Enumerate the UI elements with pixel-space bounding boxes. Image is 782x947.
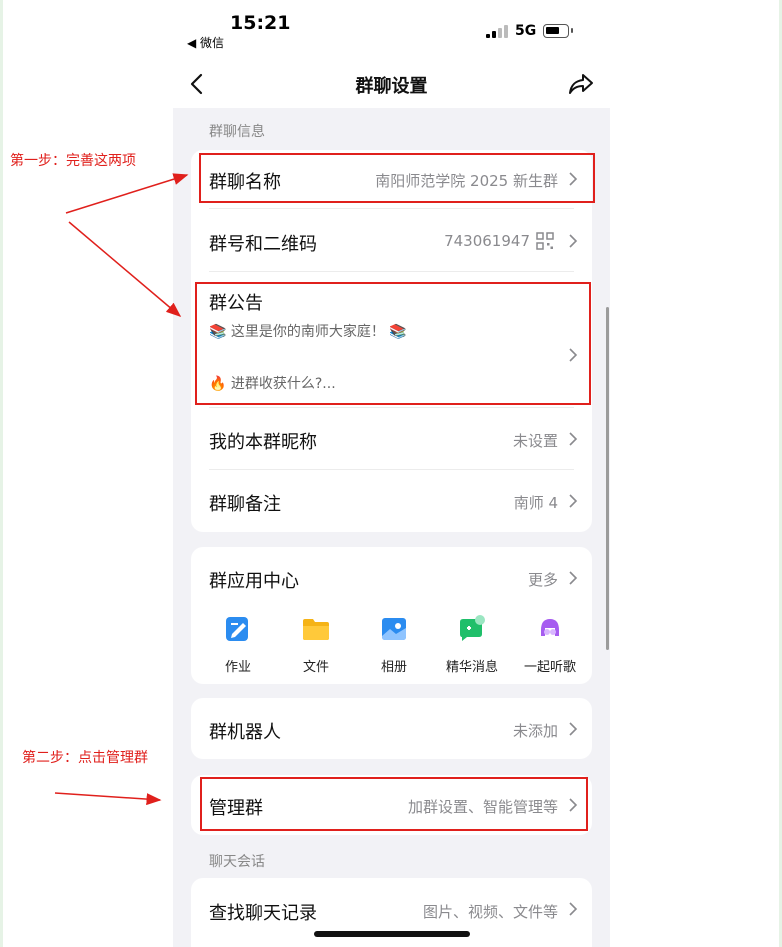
row-group-note[interactable]: 群聊备注 南师 4	[191, 469, 592, 532]
search-history-label: 查找聊天记录	[209, 903, 317, 924]
search-history-value: 图片、视频、文件等	[422, 903, 558, 921]
row-group-name[interactable]: 群聊名称 南阳师范学院 2025 新生群	[191, 150, 592, 208]
announcement-line-2: 🔥 进群收获什么?...	[209, 376, 336, 392]
arrow-to-group-name	[65, 173, 189, 214]
nav-bar: 群聊设置	[173, 56, 610, 108]
back-to-wechat-link[interactable]: ◀ 微信	[187, 34, 224, 51]
bot-value: 未添加	[512, 722, 558, 740]
qr-code-icon	[536, 232, 554, 250]
page-title: 群聊设置	[355, 76, 428, 97]
album-icon	[382, 618, 406, 640]
share-icon[interactable]	[568, 72, 594, 96]
scrollbar[interactable]	[606, 307, 609, 650]
row-my-nickname[interactable]: 我的本群昵称 未设置	[191, 407, 592, 469]
bot-card: 群机器人 未添加	[191, 698, 592, 759]
row-bot[interactable]: 群机器人 未添加	[191, 698, 592, 759]
status-bar: 15:21 ◀ 微信 5G	[173, 0, 610, 56]
app-featured-messages[interactable]: 精华消息	[437, 614, 507, 675]
folder-icon	[303, 619, 329, 640]
group-info-card: 群聊名称 南阳师范学院 2025 新生群 群号和二维码 743061947 群公…	[191, 150, 592, 532]
chevron-right-icon	[569, 722, 578, 736]
chevron-right-icon	[569, 798, 578, 812]
network-type: 5G	[515, 23, 537, 39]
chevron-right-icon	[569, 494, 578, 508]
home-indicator[interactable]	[314, 931, 470, 937]
app-listen-together[interactable]: 一起听歌	[515, 614, 585, 675]
group-name-value: 南阳师范学院 2025 新生群	[375, 172, 558, 190]
bot-label: 群机器人	[209, 722, 281, 743]
app-files[interactable]: 文件	[281, 614, 351, 675]
chevron-right-icon	[569, 234, 578, 248]
arrow-to-manage-group	[54, 792, 162, 806]
app-album[interactable]: 相册	[359, 614, 429, 675]
arrow-to-announcement	[68, 221, 182, 317]
signal-icon	[486, 25, 508, 38]
homework-icon	[226, 617, 248, 641]
group-number-value: 743061947	[444, 232, 530, 250]
featured-message-icon	[460, 615, 485, 641]
row-app-center[interactable]: 群应用中心 更多	[191, 547, 592, 607]
group-number-label: 群号和二维码	[209, 234, 317, 255]
annotation-step-1: 第一步：完善这两项	[10, 153, 136, 169]
row-announcement[interactable]: 群公告 📚 这里是你的南师大家庭！ 📚 🔥 进群收获什么?...	[191, 271, 592, 407]
app-listen-label: 一起听歌	[523, 660, 576, 675]
app-album-label: 相册	[380, 660, 407, 675]
app-homework[interactable]: 作业	[203, 614, 273, 675]
row-manage-group[interactable]: 管理群 加群设置、智能管理等	[191, 775, 592, 835]
chevron-right-icon	[569, 432, 578, 446]
my-nickname-value: 未设置	[512, 432, 558, 450]
app-center-card: 群应用中心 更多 作业 文件 相册 精华消息 一起听歌	[191, 547, 592, 684]
manage-card: 管理群 加群设置、智能管理等	[191, 775, 592, 835]
app-center-label: 群应用中心	[209, 571, 299, 592]
group-note-value: 南师 4	[513, 494, 558, 512]
section-label-chat: 聊天会话	[209, 854, 265, 870]
app-homework-label: 作业	[224, 660, 251, 675]
app-files-label: 文件	[302, 660, 329, 675]
chevron-right-icon	[569, 348, 578, 362]
group-note-label: 群聊备注	[209, 494, 281, 515]
announcement-label: 群公告	[209, 293, 263, 314]
app-center-more: 更多	[527, 571, 558, 589]
row-group-number[interactable]: 群号和二维码 743061947	[191, 208, 592, 271]
chevron-right-icon	[569, 902, 578, 916]
annotation-step-2: 第二步：点击管理群	[22, 750, 148, 766]
manage-label: 管理群	[209, 798, 263, 819]
announcement-line-1: 📚 这里是你的南师大家庭！ 📚	[209, 324, 407, 340]
group-name-label: 群聊名称	[209, 172, 281, 193]
battery-icon	[543, 24, 573, 38]
my-nickname-label: 我的本群昵称	[209, 432, 317, 453]
app-featured-label: 精华消息	[445, 660, 498, 675]
listen-together-icon	[541, 619, 559, 636]
chevron-right-icon	[569, 172, 578, 186]
phone-screen: 15:21 ◀ 微信 5G 群聊设置 群聊信息 群聊名称 南阳师范学院 2025…	[173, 0, 610, 947]
section-label-group-info: 群聊信息	[209, 124, 265, 140]
left-edge	[0, 0, 3, 947]
status-time: 15:21	[230, 12, 291, 34]
manage-value: 加群设置、智能管理等	[407, 798, 558, 816]
chevron-right-icon	[569, 571, 578, 585]
